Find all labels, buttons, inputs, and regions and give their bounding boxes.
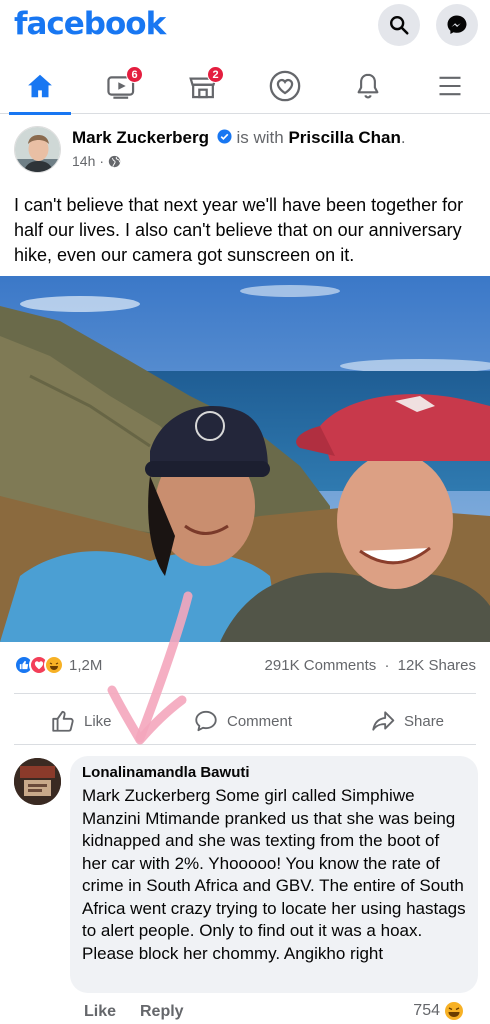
comment-label: Comment — [227, 712, 293, 730]
share-count[interactable]: 12K Shares — [398, 657, 476, 674]
comment-button[interactable]: Comment — [193, 706, 292, 736]
thumbs-up-icon — [52, 710, 74, 732]
tagged-name[interactable]: Priscilla Chan — [288, 128, 400, 147]
tab-bar: 6 2 — [0, 58, 490, 115]
author-name[interactable]: Mark Zuckerberg — [72, 128, 209, 147]
like-button[interactable]: Like — [50, 706, 112, 736]
verified-icon — [217, 129, 232, 144]
comment-footer: Like Reply 754 — [84, 1001, 484, 1024]
comment-bubble: Lonalinamandla Bawuti Mark Zuckerberg So… — [70, 756, 478, 993]
video-badge: 6 — [126, 66, 143, 83]
comment-reply-button[interactable]: Reply — [140, 1003, 184, 1021]
tab-menu[interactable] — [415, 58, 485, 114]
reaction-count: 1,2M — [69, 656, 103, 674]
share-button[interactable]: Share — [370, 706, 444, 736]
search-button[interactable] — [378, 4, 420, 46]
post-text: I can't believe that next year we'll hav… — [14, 195, 464, 265]
messenger-icon — [447, 15, 467, 34]
post-header: Mark Zuckerberg is with Priscilla Chan. … — [14, 124, 484, 174]
commenter-name[interactable]: Lonalinamandla Bawuti — [82, 764, 466, 781]
haha-reaction-icon — [44, 655, 64, 675]
stats-separator: · — [384, 657, 390, 674]
facebook-logo[interactable]: facebook — [14, 6, 166, 42]
tab-home[interactable] — [5, 58, 75, 115]
heart-icon — [269, 70, 301, 102]
post-meta: 14h · — [72, 153, 121, 169]
comment-reactions[interactable]: 754 — [413, 1001, 464, 1021]
tab-marketplace[interactable]: 2 — [168, 58, 238, 114]
comment-text: Mark Zuckerberg Some girl called Simphiw… — [82, 786, 466, 963]
post-time[interactable]: 14h — [72, 153, 95, 169]
reactions-row: 1,2M 291K Comments · 12K Shares — [14, 655, 476, 679]
top-bar: facebook — [0, 0, 490, 54]
share-icon — [372, 711, 395, 731]
marketplace-badge: 2 — [207, 66, 224, 83]
like-label: Like — [84, 712, 112, 730]
comment-count[interactable]: 291K Comments — [265, 657, 377, 674]
period-text: . — [400, 128, 406, 147]
divider-bottom — [14, 744, 476, 745]
post-actions: Like Comment Share — [0, 700, 490, 742]
comment-reaction-count: 754 — [413, 1002, 440, 1019]
home-icon — [28, 74, 52, 98]
search-icon — [390, 16, 409, 35]
author-avatar[interactable] — [14, 126, 61, 173]
messenger-button[interactable] — [436, 4, 478, 46]
tab-dating[interactable] — [250, 58, 320, 114]
reactions-summary[interactable]: 1,2M — [14, 655, 102, 675]
meta-separator: · — [99, 153, 105, 169]
commenter-avatar[interactable] — [14, 758, 61, 805]
bell-icon — [357, 73, 379, 99]
tab-video[interactable]: 6 — [87, 58, 157, 114]
divider-top — [14, 693, 476, 694]
comment-like-button[interactable]: Like — [84, 1003, 116, 1021]
haha-emoji-icon — [445, 1002, 463, 1020]
with-text: is with — [236, 128, 289, 147]
tab-notifications[interactable] — [333, 58, 403, 114]
engagement-counts: 291K Comments · 12K Shares — [265, 657, 476, 674]
share-label: Share — [404, 712, 445, 730]
menu-icon — [439, 76, 461, 96]
author-line: Mark Zuckerberg is with Priscilla Chan. — [72, 128, 406, 148]
globe-icon — [108, 155, 121, 167]
post-photo[interactable] — [0, 276, 490, 642]
comment-icon — [195, 710, 217, 732]
